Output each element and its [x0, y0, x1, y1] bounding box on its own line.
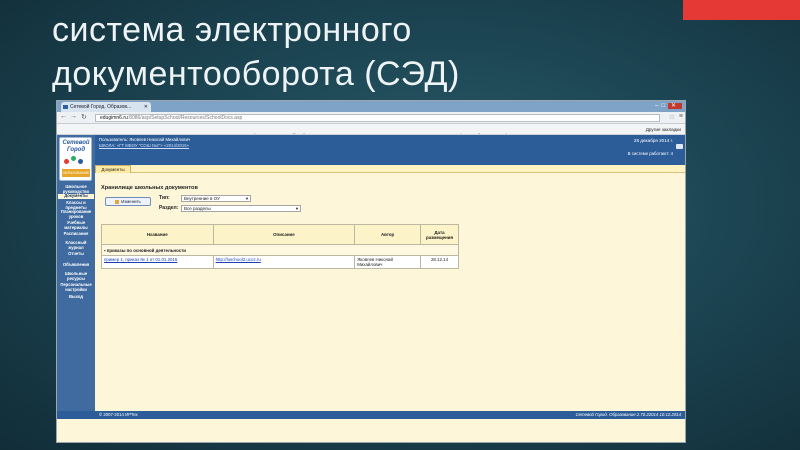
- logo-sub: ОБРАЗОВАНИЕ: [62, 169, 90, 177]
- document-link[interactable]: пример 1, приказ № 1 от 01.01.2015: [104, 257, 177, 262]
- forward-icon[interactable]: →: [70, 113, 77, 120]
- section-label: Раздел:: [159, 205, 179, 211]
- maximize-icon[interactable]: □: [661, 103, 668, 109]
- col-author[interactable]: Автор: [354, 224, 422, 245]
- col-date[interactable]: Дата размещения: [420, 224, 459, 245]
- chevron-down-icon: ▼: [295, 206, 299, 211]
- site-footer: © 2007-2014 ИРТех Сетевой Город. Образов…: [57, 411, 685, 442]
- nav-item-8[interactable]: Отчеты: [58, 251, 94, 257]
- slide-title: система электронного документооборота (С…: [52, 11, 460, 93]
- left-nav: Сетевой Город ОБРАЗОВАНИЕ Школьное руково…: [57, 135, 95, 411]
- menu-icon[interactable]: ≡: [679, 113, 683, 120]
- reload-icon[interactable]: ↻: [81, 113, 87, 121]
- group-title: приказы по основной деятельности: [106, 247, 187, 253]
- documents-table: Название Описание Автор Дата размещения …: [101, 224, 459, 269]
- nav-item-11[interactable]: Персональные настройки: [58, 282, 94, 292]
- nav-item-4[interactable]: Планирование уроков: [58, 209, 94, 219]
- section-title: Хранилище школьных документов: [101, 185, 198, 191]
- type-label: Тип:: [159, 195, 170, 201]
- users-online: В системе работают: 4: [627, 151, 673, 156]
- description-link[interactable]: http://luschool2.ucoz.ru: [216, 257, 261, 262]
- window-controls: –□ ✕: [655, 102, 682, 109]
- tab-strip: Документы: [95, 165, 685, 173]
- browser-tab-title: Сетевой Город. Образов...: [70, 104, 132, 110]
- print-icon[interactable]: [676, 144, 683, 149]
- chevron-down-icon: ▼: [245, 196, 249, 201]
- author-cell: Яковлев Николай Михайлович: [354, 255, 422, 269]
- school-link[interactable]: ШКОЛА: «ГТ МБОУ "СОШ №2"» «2014/2015»: [99, 143, 189, 148]
- tab-documents[interactable]: Документы: [95, 165, 131, 173]
- nav-item-2[interactable]: Документы: [58, 193, 94, 199]
- change-button[interactable]: Изменить: [105, 197, 151, 206]
- copyright: © 2007-2014 ИРТех: [99, 412, 138, 417]
- bookmark-star-icon[interactable]: ☆: [669, 113, 675, 121]
- site-page: Сетевой Город ОБРАЗОВАНИЕ Школьное руково…: [57, 135, 685, 442]
- nav-item-6[interactable]: Расписание: [58, 231, 94, 237]
- nav-item-9[interactable]: Объявления: [58, 262, 94, 268]
- main-content: Хранилище школьных документов Изменить Т…: [95, 173, 685, 411]
- version-info: Сетевой Город. Образование 2.70.22014 10…: [575, 412, 681, 417]
- url-input[interactable]: edugimn6.ru:8086/asp/SetupSchool/Resourc…: [95, 114, 660, 122]
- site-logo[interactable]: Сетевой Город ОБРАЗОВАНИЕ: [59, 137, 92, 181]
- address-bar: ← → ↻ edugimn6.ru:8086/asp/SetupSchool/R…: [57, 112, 685, 124]
- logo-line1: Сетевой: [62, 140, 90, 146]
- logo-people-icon: [64, 156, 88, 166]
- browser-tab[interactable]: Сетевой Город. Образов... ✕: [61, 102, 151, 112]
- back-icon[interactable]: ←: [60, 113, 67, 120]
- nav-item-5[interactable]: Учебные материалы: [58, 220, 94, 230]
- close-window-icon[interactable]: ✕: [667, 103, 682, 109]
- col-description[interactable]: Описание: [212, 224, 356, 245]
- edit-icon: [115, 199, 120, 204]
- tab-bar: Сетевой Город. Образов... ✕ –□ ✕: [57, 101, 685, 112]
- other-bookmarks[interactable]: Другие закладки: [646, 124, 681, 134]
- logo-line2: Город: [66, 147, 86, 153]
- group-row: ▪ приказы по основной деятельности: [101, 244, 459, 256]
- nav-item-12[interactable]: Выход: [58, 294, 94, 300]
- favicon-icon: [63, 105, 68, 109]
- bookmarks-bar: СервисыЯндексОдноклассникиРадио"Ростелек…: [57, 124, 685, 135]
- date-cell: 28.12.14: [420, 255, 459, 269]
- site-header: Пользователь: Яковлев Николай Михайлович…: [95, 135, 685, 165]
- nav-item-7[interactable]: Классный журнал: [58, 240, 94, 250]
- type-select[interactable]: Внутренние в ОУ ▼: [181, 195, 251, 202]
- browser-window: Сетевой Город. Образов... ✕ –□ ✕ ← → ↻ ed…: [56, 100, 686, 443]
- current-date: 28 декабря 2014 г.: [633, 138, 673, 143]
- close-tab-icon[interactable]: ✕: [144, 102, 148, 112]
- user-info: Пользователь: Яковлев Николай Михайлович: [99, 137, 191, 142]
- col-name[interactable]: Название: [101, 224, 214, 245]
- accent-bar: [683, 0, 800, 20]
- table-row: пример 1, приказ № 1 от 01.01.2015 http:…: [101, 255, 459, 269]
- nav-item-10[interactable]: Школьные ресурсы: [58, 271, 94, 281]
- section-select[interactable]: Все разделы ▼: [181, 205, 301, 212]
